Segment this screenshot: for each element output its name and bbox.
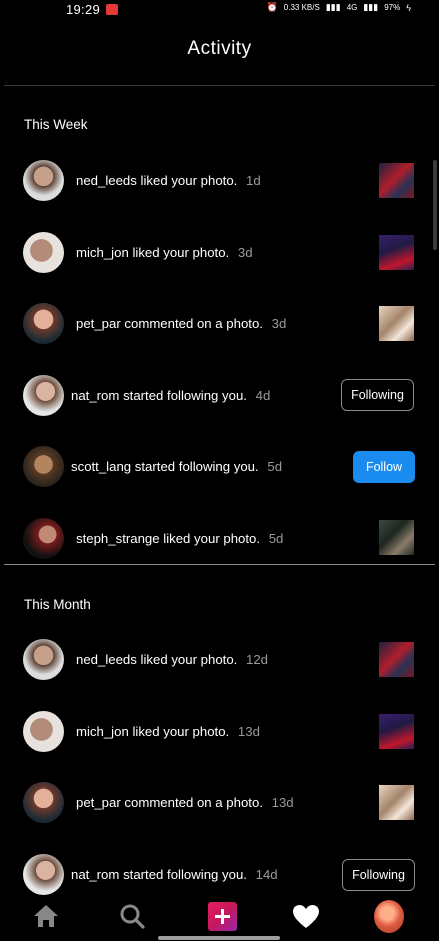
username[interactable]: nat_rom xyxy=(71,867,119,882)
follow-button[interactable]: Follow xyxy=(353,451,415,483)
activity-text: nat_rom started following you. 14d xyxy=(71,867,278,882)
home-icon[interactable] xyxy=(31,901,61,931)
avatar[interactable] xyxy=(23,782,64,823)
activity-row[interactable]: mich_jon liked your photo. 13d xyxy=(0,701,439,761)
avatar[interactable] xyxy=(23,446,64,487)
activity-row[interactable]: nat_rom started following you. 4d Follow… xyxy=(0,365,439,425)
battery-level: 97% xyxy=(384,3,401,12)
alarm-icon: ⏰ xyxy=(266,2,278,12)
profile-avatar[interactable] xyxy=(374,899,404,933)
bottom-nav xyxy=(0,895,439,941)
activity-row[interactable]: steph_strange liked your photo. 5d xyxy=(0,508,439,568)
activity-action: started following you. xyxy=(134,459,259,474)
post-thumbnail[interactable] xyxy=(379,785,414,820)
status-icons: ⏰ 0.33 KB/S ▮▮▮ 4G ▮▮▮ 97% ϟ xyxy=(267,2,411,13)
status-time: 19:29 xyxy=(66,2,101,17)
activity-row[interactable]: pet_par commented on a photo. 3d xyxy=(0,293,439,353)
activity-action: commented on a photo. xyxy=(124,316,263,331)
activity-text: mich_jon liked your photo. 3d xyxy=(76,245,253,260)
username[interactable]: mich_jon xyxy=(76,245,129,260)
activity-time: 3d xyxy=(237,245,253,260)
activity-action: liked your photo. xyxy=(163,531,261,546)
header-divider xyxy=(4,85,435,86)
username[interactable]: nat_rom xyxy=(71,388,119,403)
post-thumbnail[interactable] xyxy=(379,163,414,198)
signal-icon-2: ▮▮▮ xyxy=(363,2,379,12)
post-thumbnail[interactable] xyxy=(379,520,414,555)
add-post-icon[interactable] xyxy=(207,901,237,931)
page-title: Activity xyxy=(187,38,252,59)
activity-text: pet_par commented on a photo. 3d xyxy=(76,316,286,331)
username[interactable]: ned_leeds xyxy=(76,652,137,667)
activity-row[interactable]: mich_jon liked your photo. 3d xyxy=(0,222,439,282)
section-divider xyxy=(4,564,435,565)
username[interactable]: pet_par xyxy=(76,316,121,331)
activity-row[interactable]: ned_leeds liked your photo. 12d xyxy=(0,629,439,689)
post-thumbnail[interactable] xyxy=(379,642,414,677)
activity-text: ned_leeds liked your photo. 12d xyxy=(76,652,268,667)
avatar[interactable] xyxy=(23,711,64,752)
avatar[interactable] xyxy=(23,232,64,273)
avatar[interactable] xyxy=(23,160,64,201)
username[interactable]: steph_strange xyxy=(76,531,160,546)
charging-icon: ϟ xyxy=(406,2,411,13)
activity-time: 14d xyxy=(255,867,278,882)
activity-time: 1d xyxy=(246,173,261,188)
section-title-this-month: This Month xyxy=(24,597,91,612)
activity-text: nat_rom started following you. 4d xyxy=(71,388,270,403)
activity-action: started following you. xyxy=(123,867,247,882)
activity-action: commented on a photo. xyxy=(124,795,263,810)
activity-action: liked your photo. xyxy=(140,652,238,667)
activity-time: 5d xyxy=(267,459,283,474)
profile-avatar-image xyxy=(374,899,404,933)
activity-time: 3d xyxy=(271,316,287,331)
activity-time: 5d xyxy=(268,531,284,546)
username[interactable]: mich_jon xyxy=(76,724,129,739)
activity-text: pet_par commented on a photo. 13d xyxy=(76,795,294,810)
activity-time: 13d xyxy=(271,795,294,810)
activity-action: liked your photo. xyxy=(132,724,230,739)
activity-row[interactable]: scott_lang started following you. 5d Fol… xyxy=(0,436,439,496)
activity-text: steph_strange liked your photo. 5d xyxy=(76,531,283,546)
avatar[interactable] xyxy=(23,518,64,559)
avatar[interactable] xyxy=(23,303,64,344)
activity-action: started following you. xyxy=(123,388,247,403)
search-icon[interactable] xyxy=(117,901,147,931)
add-post-box xyxy=(207,901,237,931)
following-button[interactable]: Following xyxy=(341,379,414,411)
avatar[interactable] xyxy=(23,854,64,895)
section-title-this-week: This Week xyxy=(24,117,88,132)
activity-action: liked your photo. xyxy=(132,245,230,260)
network-type: 4G xyxy=(346,3,358,12)
username[interactable]: pet_par xyxy=(76,795,121,810)
avatar[interactable] xyxy=(23,639,64,680)
activity-time: 12d xyxy=(246,652,269,667)
activity-action: liked your photo. xyxy=(140,173,238,188)
post-thumbnail[interactable] xyxy=(379,714,414,749)
signal-icon: ▮▮▮ xyxy=(325,2,341,12)
activity-text: ned_leeds liked your photo. 1d xyxy=(76,173,261,188)
network-speed: 0.33 KB/S xyxy=(283,3,320,12)
following-button[interactable]: Following xyxy=(342,859,415,891)
activity-text: mich_jon liked your photo. 13d xyxy=(76,724,260,739)
avatar[interactable] xyxy=(23,375,64,416)
post-thumbnail[interactable] xyxy=(379,235,414,270)
home-indicator xyxy=(158,936,280,940)
status-bar: 19:29 ⏰ 0.33 KB/S ▮▮▮ 4G ▮▮▮ 97% ϟ xyxy=(0,0,439,20)
activity-row[interactable]: ned_leeds liked your photo. 1d xyxy=(0,150,439,210)
activity-time: 13d xyxy=(237,724,260,739)
activity-row[interactable]: pet_par commented on a photo. 13d xyxy=(0,772,439,832)
activity-time: 4d xyxy=(255,388,271,403)
post-thumbnail[interactable] xyxy=(379,306,414,341)
username[interactable]: ned_leeds xyxy=(76,173,137,188)
heart-icon[interactable] xyxy=(291,901,321,931)
activity-text: scott_lang started following you. 5d xyxy=(71,459,282,474)
username[interactable]: scott_lang xyxy=(71,459,131,474)
notification-icon xyxy=(106,4,118,15)
